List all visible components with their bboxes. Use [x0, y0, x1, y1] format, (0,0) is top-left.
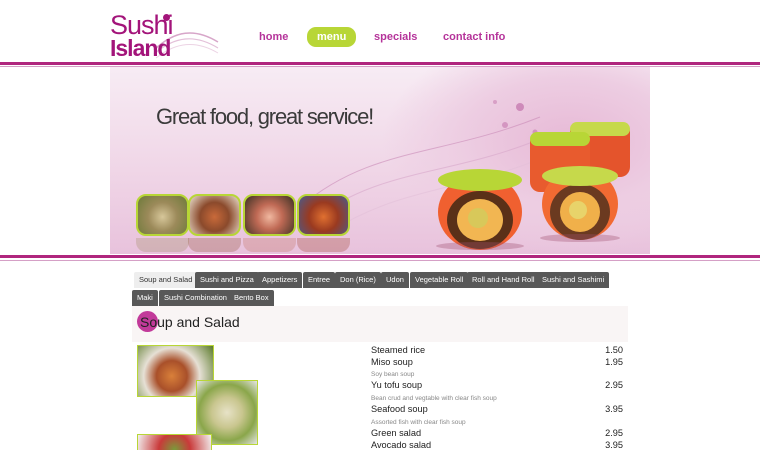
hero-banner: Great food, great service!	[110, 67, 650, 254]
thumbnail-reflection	[297, 238, 350, 252]
thumbnail-reflection	[136, 238, 189, 252]
nav-menu[interactable]: menu	[307, 27, 357, 47]
menu-item-price: 3.95	[605, 404, 623, 414]
tab-sushi-and-pizza[interactable]: Sushi and Pizza	[195, 272, 259, 288]
tab-maki[interactable]: Maki	[132, 290, 158, 306]
banner-tagline: Great food, great service!	[156, 104, 374, 129]
menu-item-name: Miso soup	[371, 357, 413, 367]
banner-divider	[0, 255, 760, 258]
tab-vegetable-roll[interactable]: Vegetable Roll	[410, 272, 469, 288]
nav-home[interactable]: home	[259, 27, 288, 47]
dish-thumbnail	[188, 194, 241, 236]
tab-udon[interactable]: Udon	[381, 272, 409, 288]
header: Sushi Island home menu specials contact …	[0, 0, 760, 62]
menu-item: Yu tofu soup 2.95	[371, 379, 623, 393]
menu-item-name: Green salad	[371, 428, 422, 438]
logo[interactable]: Sushi Island	[110, 12, 220, 62]
menu-item-description: Assorted fish with clear fish soup	[371, 419, 466, 426]
thumbnail-reflection	[243, 238, 296, 252]
dish-thumbnail	[243, 194, 296, 236]
menu-item-price: 2.95	[605, 380, 623, 390]
sushi-roll-image	[436, 122, 630, 250]
thumbnail-reflection	[188, 238, 241, 252]
section-title: Soup and Salad	[140, 314, 240, 330]
menu-item-description: Soy bean soup	[371, 371, 415, 378]
tab-soup-and-salad[interactable]: Soup and Salad	[134, 272, 198, 288]
menu-item-name: Seafood soup	[371, 404, 428, 414]
tab-appetizers[interactable]: Appetizers	[257, 272, 303, 288]
tab-sushi-and-sashimi[interactable]: Sushi and Sashimi	[537, 272, 610, 288]
menu-item-name: Steamed rice	[371, 345, 426, 355]
section-header: Soup and Salad	[132, 306, 628, 342]
tab-don-rice[interactable]: Don (Rice)	[335, 272, 381, 288]
tab-bento-box[interactable]: Bento Box	[229, 290, 274, 306]
nav-specials[interactable]: specials	[374, 27, 417, 47]
tab-roll-and-hand-roll[interactable]: Roll and Hand Roll	[467, 272, 540, 288]
dish-thumbnail	[136, 194, 189, 236]
menu-item-price: 3.95	[605, 440, 623, 450]
logo-dot	[163, 14, 170, 21]
tab-sushi-combination[interactable]: Sushi Combination	[159, 290, 232, 306]
tab-entree[interactable]: Entree	[303, 272, 336, 288]
food-photo-greens	[137, 434, 212, 450]
header-divider	[0, 62, 760, 65]
logo-line-2: Island	[110, 35, 171, 61]
menu-item: Miso soup 1.95	[371, 356, 623, 370]
menu-item-price: 1.50	[605, 345, 623, 355]
nav-contact-info[interactable]: contact info	[443, 27, 505, 47]
menu-item: Seafood soup 3.95	[371, 403, 623, 417]
dish-thumbnail	[297, 194, 350, 236]
menu-item-description: Bean crud and vegtable with clear fish s…	[371, 395, 497, 402]
menu-item: Avocado salad 3.95	[371, 439, 623, 450]
page: Sushi Island home menu specials contact …	[0, 0, 760, 450]
menu-item-name: Avocado salad	[371, 440, 432, 450]
banner-divider-thin	[0, 260, 760, 261]
menu-item-price: 2.95	[605, 428, 623, 438]
menu-item-price: 1.95	[605, 357, 623, 367]
menu-item-name: Yu tofu soup	[371, 380, 423, 390]
